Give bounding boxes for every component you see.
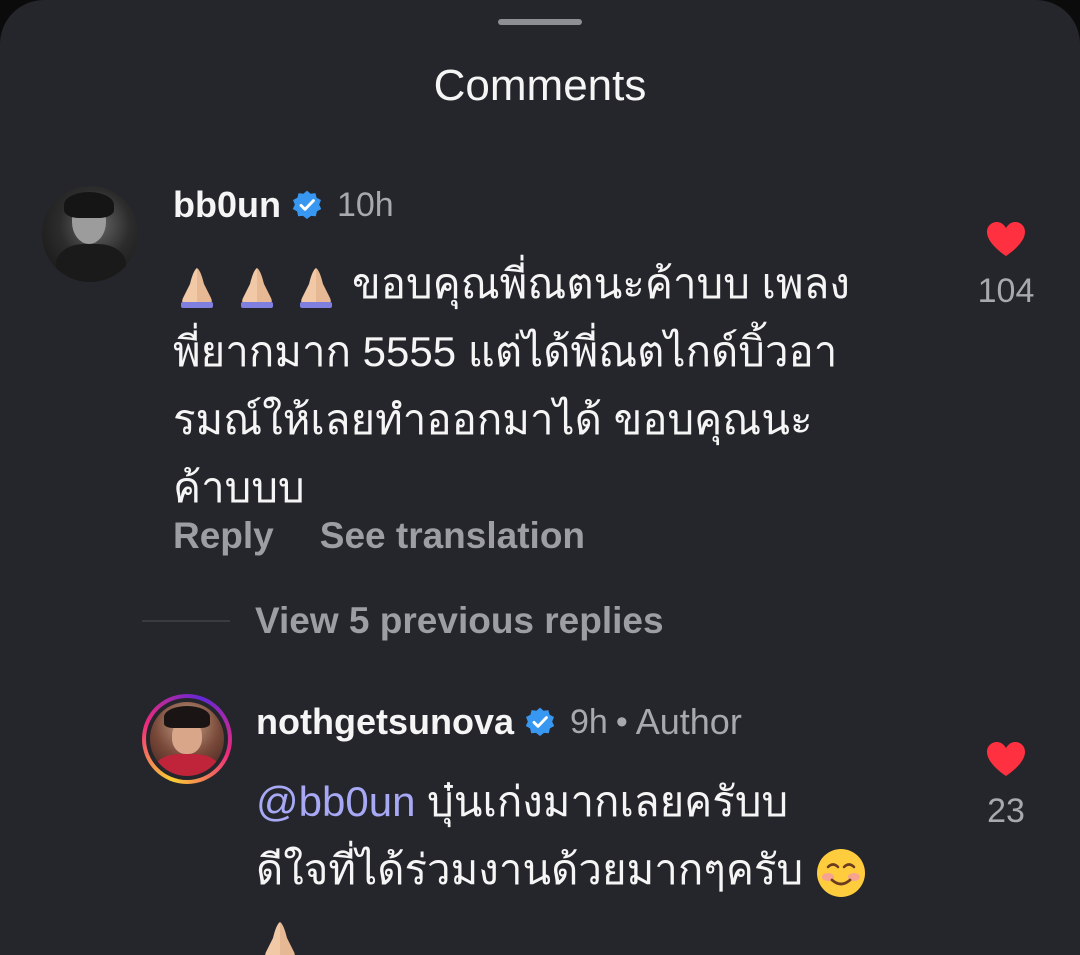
comment-actions: Reply See translation <box>173 515 585 557</box>
reply-line-3 <box>256 904 867 955</box>
see-translation-button[interactable]: See translation <box>320 515 585 557</box>
pray-icon <box>265 921 295 955</box>
comment-line-3: รมณ์ให้เลยทำออกมาได้ ขอบคุณนะ <box>173 396 813 443</box>
drag-handle[interactable] <box>498 19 582 25</box>
username[interactable]: nothgetsunova <box>256 701 514 743</box>
heart-icon[interactable] <box>985 220 1027 258</box>
avatar[interactable] <box>150 702 224 776</box>
comment-line-2: พี่ยากมาก 5555 แต่ได้พี่ณตไกด์บิ้วอา <box>173 328 838 375</box>
reply-line-1: @bb0un บุ๋นเก่งมากเลยครับบ <box>256 778 789 825</box>
reply-line-2: ดีใจที่ได้ร่วมงานด้วยมากๆครับ <box>256 836 867 904</box>
reply-like: 23 <box>966 740 1046 831</box>
sheet-title: Comments <box>433 61 647 110</box>
smiling-face-icon <box>816 848 865 897</box>
avatar[interactable] <box>42 186 138 282</box>
reply-time: 9h <box>570 702 608 741</box>
author-label: Author <box>635 701 742 742</box>
pray-icon <box>240 267 273 308</box>
like-count: 104 <box>977 272 1035 310</box>
reply-text: @bb0un บุ๋นเก่งมากเลยครับบ ดีใจที่ได้ร่ว… <box>256 768 867 955</box>
story-ring[interactable] <box>142 694 232 784</box>
comment-time: 10h <box>336 185 394 224</box>
comment-header: bb0un 10h <box>173 184 394 226</box>
verified-badge-icon <box>292 190 322 219</box>
comments-sheet: Comments bb0un 10h ขอบคุณพี่ณตนะค้าบบ เพ… <box>0 0 1080 955</box>
reply-header: nothgetsunova 9h • Author <box>256 701 742 743</box>
comment-line-4: ค้าบบบ <box>173 464 305 511</box>
separator: • <box>615 702 628 741</box>
pray-icon <box>181 267 213 308</box>
comment-like: 104 <box>966 220 1046 311</box>
comment-line-1: ขอบคุณพี่ณตนะค้าบบ เพลง <box>173 250 850 318</box>
view-previous-replies-button[interactable]: View 5 previous replies <box>255 600 664 642</box>
reply-button[interactable]: Reply <box>173 515 274 557</box>
pray-icon <box>300 267 333 308</box>
replies-divider <box>142 620 230 622</box>
username[interactable]: bb0un <box>173 184 281 226</box>
like-count: 23 <box>987 792 1025 830</box>
verified-badge-icon <box>525 707 555 736</box>
mention-link[interactable]: @bb0un <box>256 778 415 825</box>
comment-text: ขอบคุณพี่ณตนะค้าบบ เพลง พี่ยากมาก 5555 แ… <box>173 250 850 522</box>
heart-icon[interactable] <box>985 740 1027 778</box>
